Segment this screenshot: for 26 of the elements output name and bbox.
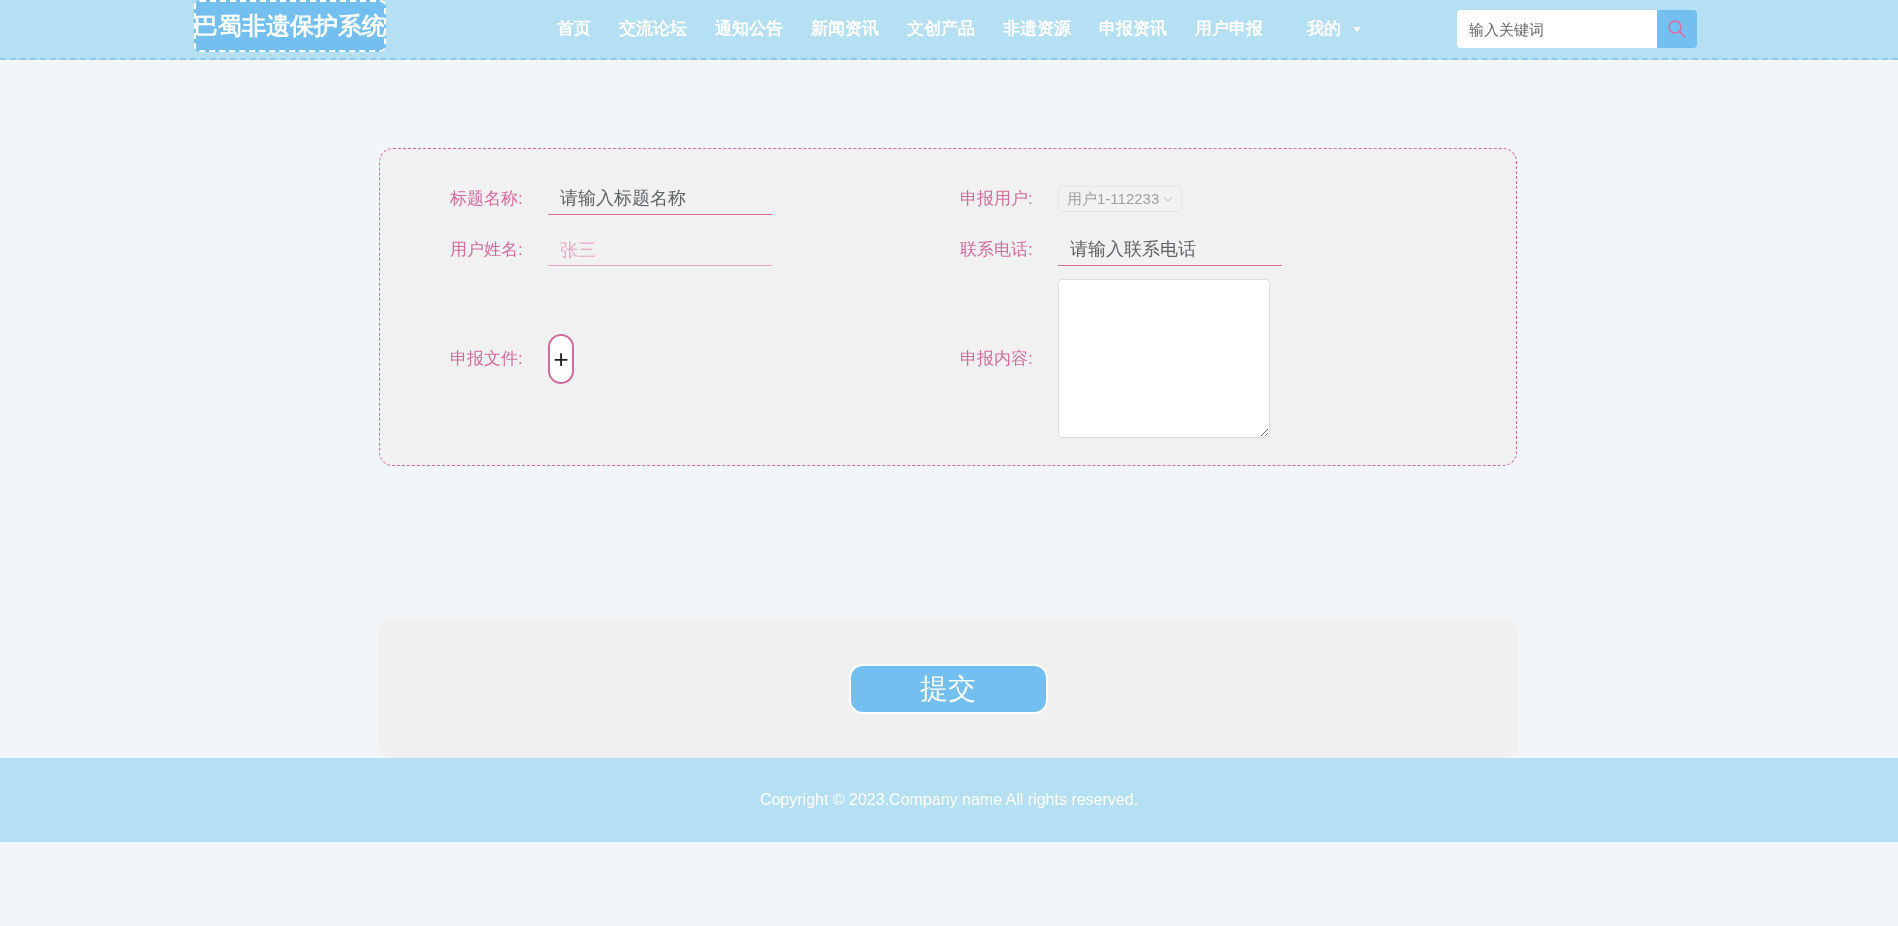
field-label: 用户姓名:	[450, 239, 524, 262]
nav-link[interactable]: 交流论坛	[607, 16, 699, 42]
upload-button[interactable]: +	[548, 333, 574, 384]
caret-down-icon	[1353, 26, 1361, 32]
nav-link[interactable]: 新闻资讯	[799, 16, 891, 42]
nav-link[interactable]: 首页	[545, 16, 603, 42]
search-button[interactable]	[1657, 10, 1697, 48]
content-textarea[interactable]	[1058, 279, 1270, 438]
field-label: 标题名称:	[450, 188, 524, 211]
field-label: 申报用户:	[960, 188, 1034, 211]
chevron-down-icon	[1163, 196, 1174, 202]
nav-link[interactable]: 我的	[1295, 16, 1373, 42]
field-label: 申报内容:	[960, 347, 1034, 370]
nav-link[interactable]: 非遗资源	[991, 16, 1083, 42]
field-label: 联系电话:	[960, 239, 1034, 262]
nav-link[interactable]: 用户申报	[1183, 16, 1275, 42]
nav-link[interactable]: 通知公告	[703, 16, 795, 42]
search-field[interactable]: 输入关键词	[1457, 10, 1657, 48]
nav-link[interactable]: 文创产品	[895, 16, 987, 42]
field-label: 申报文件:	[450, 347, 524, 370]
copyright-text: Copyright © 2023.Company name All rights reserved.	[759, 790, 1139, 810]
nav-link[interactable]: 申报资讯	[1087, 16, 1179, 42]
input-field[interactable]: 请输入联系电话	[1058, 234, 1282, 266]
search-icon	[1667, 19, 1687, 39]
submit-button[interactable]: 提交	[848, 664, 1048, 714]
input-field[interactable]: 请输入标题名称	[548, 183, 772, 215]
